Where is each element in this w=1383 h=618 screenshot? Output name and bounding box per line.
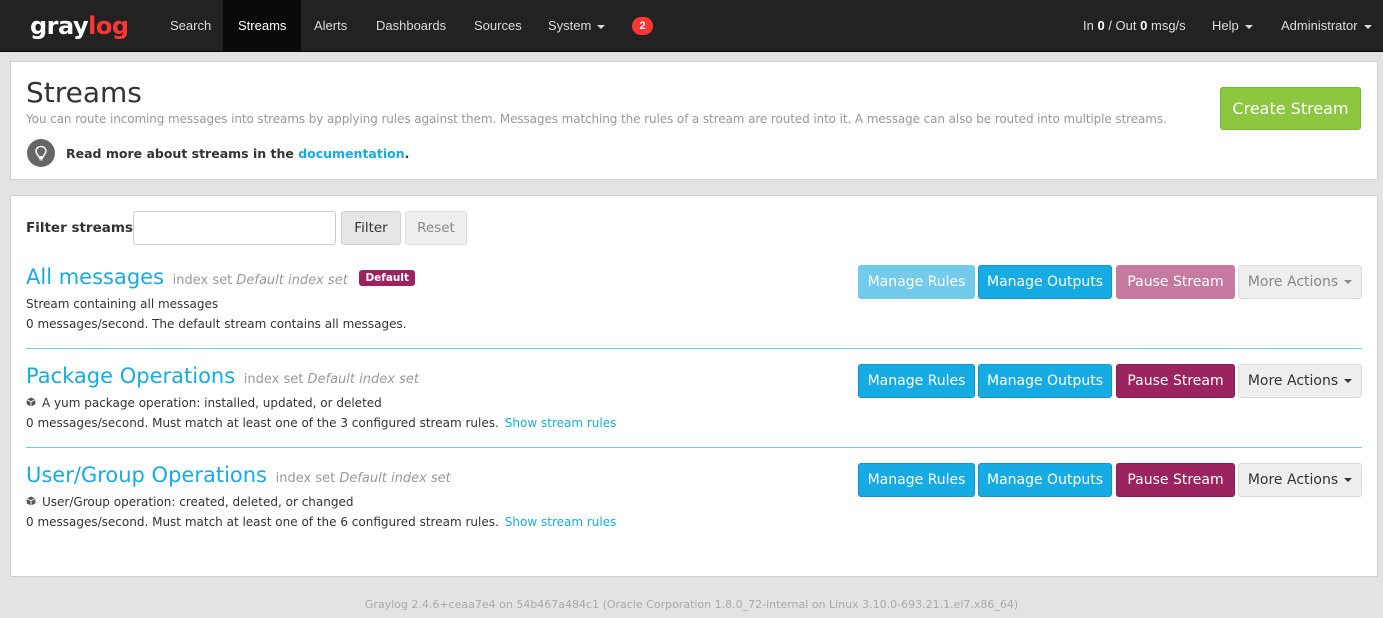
stream-throughput: 0 messages/second. The default stream co… [26,317,407,331]
more-actions-dropdown[interactable]: More Actions [1238,463,1362,497]
throughput-indicator: In 0 / Out 0 msg/s [1083,18,1186,33]
nav-dashboards[interactable]: Dashboards [361,0,461,51]
stream-description: User/Group operation: created, deleted, … [26,495,353,509]
graylog-logo[interactable]: graylog [30,12,129,40]
nav-help-dropdown[interactable]: Help [1197,0,1268,51]
lightbulb-icon [27,139,55,167]
page-title: Streams [26,76,142,109]
footer-version-info: Graylog 2.4.6+ceaa7e4 on 54b467a484c1 (O… [364,598,1019,611]
nav-search[interactable]: Search [155,0,226,51]
nav-sources[interactable]: Sources [459,0,537,51]
manage-rules-button[interactable]: Manage Rules [858,463,975,497]
index-set-info: index set Default index set [275,471,451,486]
show-stream-rules-link[interactable]: Show stream rules [505,416,617,430]
stream-item-user-group-operations: User/Group Operations index set Default … [26,463,1362,533]
stream-description: Stream containing all messages [26,297,219,311]
create-stream-button[interactable]: Create Stream [1220,87,1361,130]
filter-streams-input[interactable] [133,211,336,245]
cube-icon [26,397,37,410]
stream-title-row: Package Operations index set Default ind… [26,364,419,388]
cube-icon [26,496,37,509]
chevron-down-icon [1344,280,1353,284]
stream-name-link[interactable]: All messages [26,265,164,289]
reset-button[interactable]: Reset [405,211,467,245]
stream-list-panel: Filter streams Filter Reset All messages… [10,195,1378,577]
stream-name-link[interactable]: Package Operations [26,364,235,388]
stream-name-link[interactable]: User/Group Operations [26,463,267,487]
manage-rules-button[interactable]: Manage Rules [858,364,975,398]
manage-rules-button[interactable]: Manage Rules [858,265,975,299]
index-set-info: index set Default index set [172,273,348,288]
stream-throughput: 0 messages/second. Must match at least o… [26,416,617,430]
stream-item-all-messages: All messages index set Default index set… [26,265,1362,335]
chevron-down-icon [597,24,606,29]
read-more-text: Read more about streams in the documenta… [66,146,410,161]
filter-streams-label: Filter streams [26,220,133,236]
index-set-info: index set Default index set [243,372,419,387]
more-actions-dropdown[interactable]: More Actions [1238,364,1362,398]
documentation-link[interactable]: documentation [298,146,404,161]
stream-item-package-operations: Package Operations index set Default ind… [26,364,1362,434]
notifications-badge[interactable]: 2 [632,17,653,35]
chevron-down-icon [1344,478,1353,482]
page-header-panel: Streams You can route incoming messages … [10,61,1378,180]
stream-throughput: 0 messages/second. Must match at least o… [26,515,617,529]
top-navbar: graylog Search Streams Alerts Dashboards… [0,0,1383,52]
filter-button[interactable]: Filter [341,211,401,245]
manage-outputs-button[interactable]: Manage Outputs [978,364,1112,398]
nav-system-dropdown[interactable]: System [533,0,620,51]
nav-user-dropdown[interactable]: Administrator [1266,0,1383,51]
show-stream-rules-link[interactable]: Show stream rules [505,515,617,529]
pause-stream-button[interactable]: Pause Stream [1116,463,1235,497]
more-actions-dropdown[interactable]: More Actions [1238,265,1362,299]
default-badge: Default [359,270,416,286]
chevron-down-icon [1363,24,1372,29]
chevron-down-icon [1344,379,1353,383]
stream-divider [26,348,1362,349]
nav-streams[interactable]: Streams [223,0,302,51]
pause-stream-button[interactable]: Pause Stream [1116,265,1235,299]
manage-outputs-button[interactable]: Manage Outputs [978,265,1112,299]
stream-title-row: All messages index set Default index set… [26,265,416,289]
stream-description: A yum package operation: installed, upda… [26,396,382,410]
chevron-down-icon [1244,24,1253,29]
page-description: You can route incoming messages into str… [26,112,1167,126]
stream-divider [26,447,1362,448]
pause-stream-button[interactable]: Pause Stream [1116,364,1235,398]
nav-alerts[interactable]: Alerts [299,0,362,51]
manage-outputs-button[interactable]: Manage Outputs [978,463,1112,497]
stream-title-row: User/Group Operations index set Default … [26,463,451,487]
